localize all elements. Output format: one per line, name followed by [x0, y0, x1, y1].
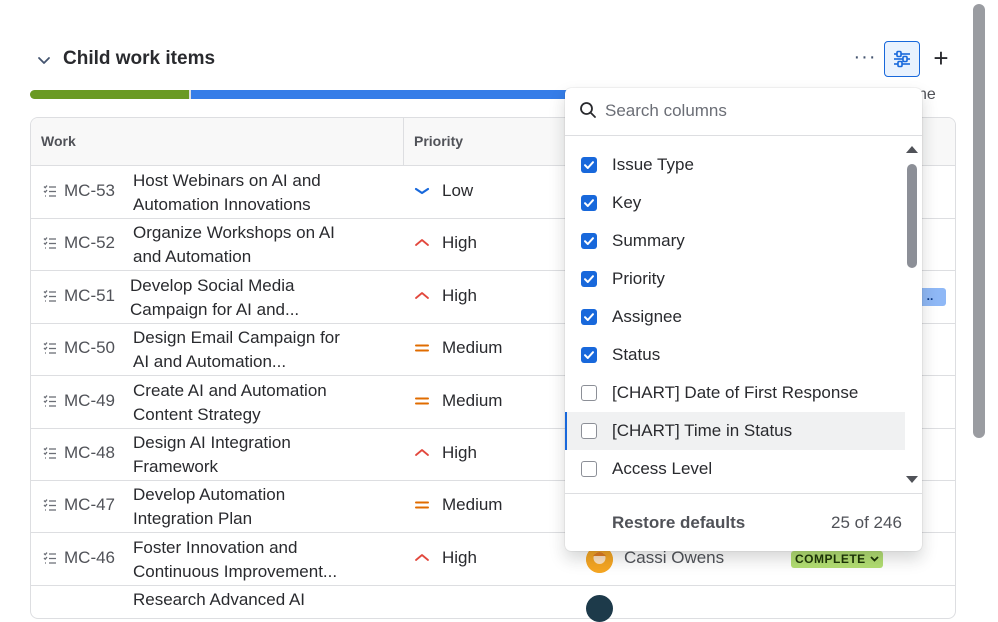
issue-summary[interactable]: Develop Social Media Campaign for AI and.…: [130, 274, 360, 322]
chevron-up-priority-icon: [414, 235, 430, 251]
priority-label[interactable]: High: [442, 233, 477, 253]
issue-key[interactable]: MC-49: [64, 391, 115, 411]
column-option[interactable]: Issue Type: [565, 146, 905, 184]
task-icon: [43, 394, 57, 408]
issue-summary[interactable]: Organize Workshops on AI and Automation: [133, 221, 363, 269]
column-option-label: [CHART] Date of First Response: [612, 383, 859, 402]
column-option[interactable]: Access Level: [565, 450, 905, 488]
chevron-up-priority-icon: [414, 445, 430, 461]
issue-summary[interactable]: Develop Automation Integration Plan: [133, 483, 363, 531]
column-option[interactable]: [CHART] Time in Status: [565, 412, 905, 450]
task-icon: [43, 341, 57, 355]
task-icon: [43, 498, 57, 512]
column-picker-popup: Issue Type Key Summary Priority Assignee Stat…: [565, 88, 922, 551]
priority-label[interactable]: Medium: [442, 391, 502, 411]
checked-checkbox[interactable]: [581, 157, 597, 173]
progress-done-segment: [30, 90, 189, 99]
avatar: [586, 595, 613, 622]
column-option-label: Key: [612, 193, 642, 212]
priority-label[interactable]: High: [442, 443, 477, 463]
issue-key[interactable]: MC-48: [64, 443, 115, 463]
issue-summary[interactable]: Design AI Integration Framework: [133, 431, 363, 479]
task-icon: [43, 446, 57, 460]
column-header-priority[interactable]: Priority: [414, 133, 463, 149]
column-option[interactable]: Key: [565, 184, 905, 222]
task-icon: [43, 236, 57, 250]
page-scrollbar[interactable]: [973, 4, 985, 438]
column-header-work[interactable]: Work: [41, 133, 76, 149]
issue-key[interactable]: MC-50: [64, 338, 115, 358]
issue-summary[interactable]: Host Webinars on AI and Automation Innova…: [133, 169, 363, 217]
divider: [565, 135, 922, 136]
equals-priority-icon: [414, 340, 430, 356]
column-option-label: Summary: [612, 231, 685, 250]
task-icon: [43, 289, 57, 303]
chevron-up-priority-icon: [414, 550, 430, 566]
issue-key[interactable]: MC-47: [64, 495, 115, 515]
restore-defaults-button[interactable]: Restore defaults: [612, 513, 745, 533]
search-icon: [580, 102, 596, 118]
equals-priority-icon: [414, 393, 430, 409]
unchecked-checkbox[interactable]: [581, 461, 597, 477]
section-title: Child work items: [63, 48, 216, 69]
add-child-button[interactable]: +: [929, 45, 953, 72]
table-row[interactable]: Research Advanced AI: [31, 585, 955, 618]
priority-label[interactable]: High: [442, 286, 477, 306]
issue-key[interactable]: MC-51: [64, 286, 115, 306]
priority-label[interactable]: High: [442, 548, 477, 568]
more-actions-button[interactable]: ···: [850, 46, 880, 72]
column-option[interactable]: Assignee: [565, 298, 905, 336]
column-option[interactable]: [CHART] Date of First Response: [565, 374, 905, 412]
column-option[interactable]: Priority: [565, 260, 905, 298]
chevron-down-priority-icon: [414, 183, 430, 199]
priority-label[interactable]: Medium: [442, 495, 502, 515]
options-scrollbar[interactable]: [907, 164, 917, 268]
column-option[interactable]: Status: [565, 336, 905, 374]
issue-key[interactable]: MC-53: [64, 181, 115, 201]
scroll-down-arrow-icon[interactable]: [906, 476, 918, 483]
column-option-label: Access Level: [612, 459, 713, 478]
progress-bar: [30, 90, 570, 99]
scroll-up-arrow-icon[interactable]: [906, 146, 918, 153]
column-option-label: [CHART] Time in Status: [612, 421, 793, 440]
checked-checkbox[interactable]: [581, 271, 597, 287]
column-option[interactable]: Summary: [565, 222, 905, 260]
issue-summary[interactable]: Create AI and Automation Content Strategy: [133, 379, 363, 427]
task-icon: [43, 551, 57, 565]
equals-priority-icon: [414, 497, 430, 513]
status-badge[interactable]: COMPLETE: [791, 550, 883, 568]
issue-summary[interactable]: Design Email Campaign for AI and Automati…: [133, 326, 363, 374]
chevron-up-priority-icon: [414, 288, 430, 304]
checked-checkbox[interactable]: [581, 233, 597, 249]
checked-checkbox[interactable]: [581, 195, 597, 211]
chevron-down-icon: [869, 556, 879, 562]
checked-checkbox[interactable]: [581, 347, 597, 363]
search-columns-input[interactable]: [605, 99, 905, 123]
column-option-label: Assignee: [612, 307, 682, 326]
column-option-label: Priority: [612, 269, 665, 288]
task-icon: [43, 184, 57, 198]
unchecked-checkbox[interactable]: [581, 423, 597, 439]
checked-checkbox[interactable]: [581, 309, 597, 325]
sliders-icon: [894, 50, 910, 68]
issue-key[interactable]: MC-52: [64, 233, 115, 253]
issue-key[interactable]: MC-46: [64, 548, 115, 568]
unchecked-checkbox[interactable]: [581, 385, 597, 401]
divider: [565, 493, 922, 494]
priority-label[interactable]: Low: [442, 181, 473, 201]
issue-summary[interactable]: Research Advanced AI: [133, 588, 363, 612]
priority-label[interactable]: Medium: [442, 338, 502, 358]
issue-summary[interactable]: Foster Innovation and Continuous Improvem…: [133, 536, 363, 584]
progress-in-progress-segment: [191, 90, 570, 99]
column-count: 25 of 246: [831, 513, 902, 532]
column-option-label: Status: [612, 345, 661, 364]
collapse-chevron-icon[interactable]: [34, 50, 54, 70]
column-divider: [403, 118, 404, 165]
column-option-label: Issue Type: [612, 155, 694, 174]
column-settings-button[interactable]: [884, 41, 920, 77]
